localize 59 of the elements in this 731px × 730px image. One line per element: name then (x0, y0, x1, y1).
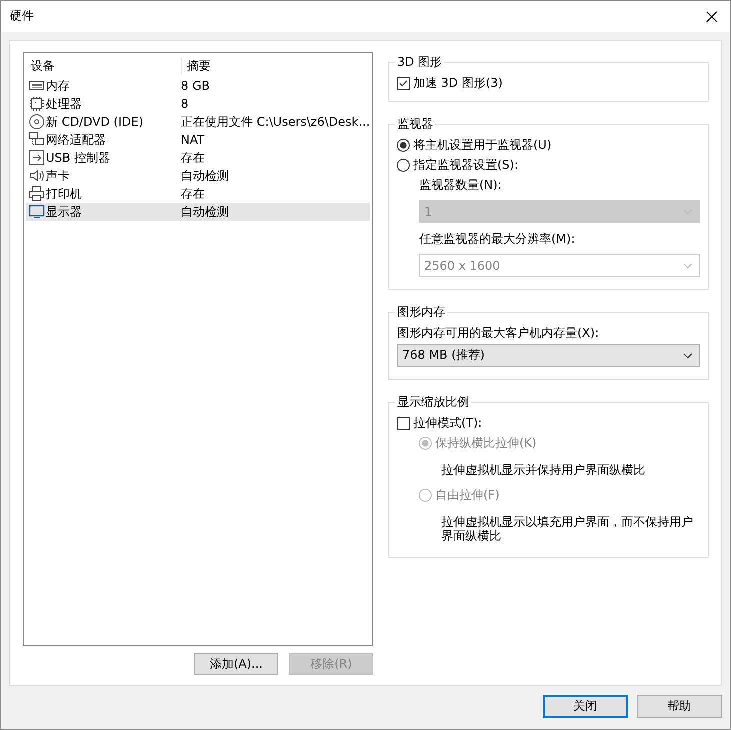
help-button[interactable]: 帮助 (637, 695, 722, 718)
field-label: 任意监视器的最大分辨率(M): (419, 231, 576, 248)
group-title: 监视器 (396, 116, 434, 133)
device-row[interactable]: 处理器 8 (26, 95, 370, 113)
field-label: 图形内存可用的最大客户机内存量(X): (397, 325, 600, 342)
device-summary: 自动检测 (181, 168, 229, 184)
description-text: 拉伸虚拟机显示以填充用户界面，而不保持用户界面纵横比 (441, 515, 694, 543)
checkbox[interactable] (397, 416, 410, 430)
device-summary: 自动检测 (181, 204, 229, 220)
device-row[interactable]: 声卡 自动检测 (26, 167, 370, 185)
chip-icon (29, 96, 45, 112)
device-name: 声卡 (46, 168, 70, 184)
device-name: 处理器 (46, 96, 82, 112)
radio-label: 指定监视器设置(S): (413, 156, 519, 174)
device-row[interactable]: 打印机 存在 (26, 185, 370, 203)
printer-icon (29, 186, 45, 202)
device-summary: NAT (181, 133, 205, 147)
device-row[interactable]: 显示器 自动检测 (26, 203, 370, 221)
device-name: 内存 (46, 78, 70, 94)
checkbox-label: 加速 3D 图形(3) (413, 74, 503, 92)
chevron-icon (683, 352, 693, 358)
device-name: 新 CD/DVD (IDE) (46, 114, 144, 130)
radio-label: 将主机设置用于监视器(U) (413, 136, 552, 154)
column-header[interactable]: 摘要 (182, 58, 211, 74)
device-summary: 存在 (181, 150, 205, 166)
disc-icon (29, 114, 45, 130)
close-icon[interactable] (706, 10, 718, 22)
device-name: 显示器 (46, 204, 82, 220)
radio-button[interactable] (397, 138, 410, 152)
device-summary: 8 GB (181, 79, 210, 93)
dropdown[interactable]: 768 MB (推荐) (397, 344, 700, 367)
group-title: 图形内存 (396, 304, 446, 321)
checkbox-label: 拉伸模式(T): (413, 414, 482, 432)
radio-button[interactable] (397, 158, 410, 172)
add-button[interactable]: 添加(A)... (194, 653, 278, 675)
group-title: 显示缩放比例 (396, 394, 470, 411)
device-row[interactable]: 新 CD/DVD (IDE) 正在使用文件 C:\Users\z6\Desk... (26, 113, 370, 131)
device-name: 打印机 (46, 186, 82, 202)
field-label: 监视器数量(N): (419, 177, 503, 194)
checkbox[interactable] (397, 76, 410, 90)
device-row[interactable]: 网络适配器 NAT (26, 131, 370, 149)
monitor-icon (29, 204, 45, 220)
device-summary: 正在使用文件 C:\Users\z6\Desk... (181, 114, 370, 130)
column-header[interactable]: 设备 (26, 58, 182, 74)
speaker-icon (29, 168, 45, 184)
description-text: 拉伸虚拟机显示并保持用户界面纵横比 (441, 463, 646, 477)
device-summary: 存在 (181, 186, 205, 202)
radio-label: 保持纵横比拉伸(K) (435, 434, 537, 452)
chevron-icon (683, 262, 693, 268)
group-title: 3D 图形 (396, 54, 444, 71)
window-title: 硬件 (10, 8, 34, 25)
network-icon (29, 132, 45, 148)
device-name: 网络适配器 (46, 132, 106, 148)
close-button[interactable]: 关闭 (543, 695, 628, 718)
device-name: USB 控制器 (46, 150, 110, 166)
radio-label: 自由拉伸(F) (435, 486, 500, 504)
device-summary: 8 (181, 97, 189, 111)
device-row[interactable]: USB 控制器 存在 (26, 149, 370, 167)
device-row[interactable]: 内存 8 GB (26, 77, 370, 95)
